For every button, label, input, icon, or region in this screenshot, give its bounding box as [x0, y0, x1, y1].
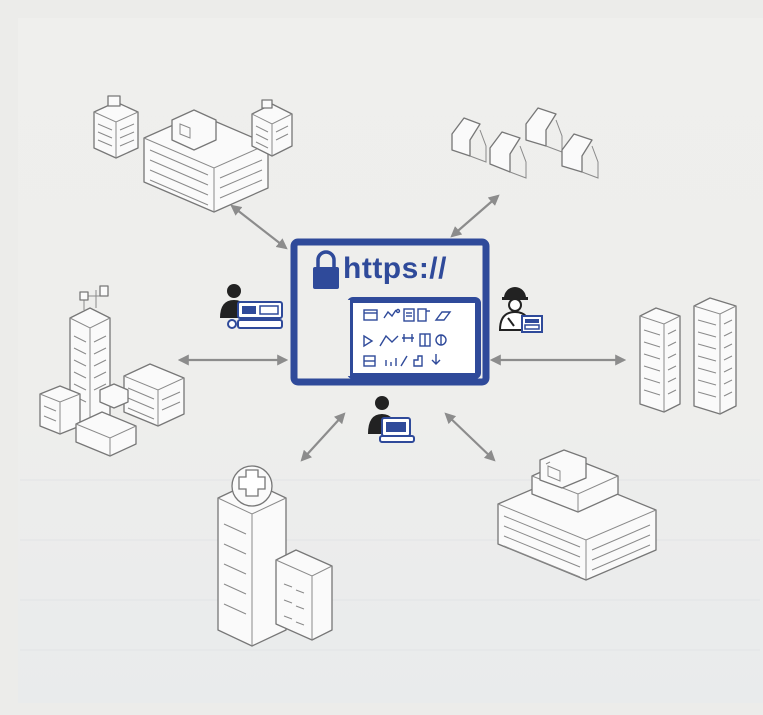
lock-icon	[313, 250, 339, 289]
diagram-stage: https://	[0, 0, 763, 715]
arrow-office-campus	[230, 204, 288, 250]
user-laptop-icon	[368, 396, 415, 443]
shopping-mall	[497, 449, 657, 581]
portal-url-text: https://	[343, 252, 447, 285]
arrow-houses	[450, 194, 500, 238]
industrial-complex	[39, 285, 185, 457]
houses	[451, 107, 599, 179]
background-texture	[20, 479, 760, 651]
person-at-computer-icon	[220, 284, 283, 329]
office-campus	[93, 95, 293, 213]
arrow-mall	[444, 412, 496, 462]
engineer-hardhat-icon	[498, 287, 543, 333]
twin-towers	[639, 297, 737, 415]
hospital	[217, 465, 333, 647]
network-diagram	[20, 95, 760, 651]
arrow-hospital	[300, 412, 346, 462]
